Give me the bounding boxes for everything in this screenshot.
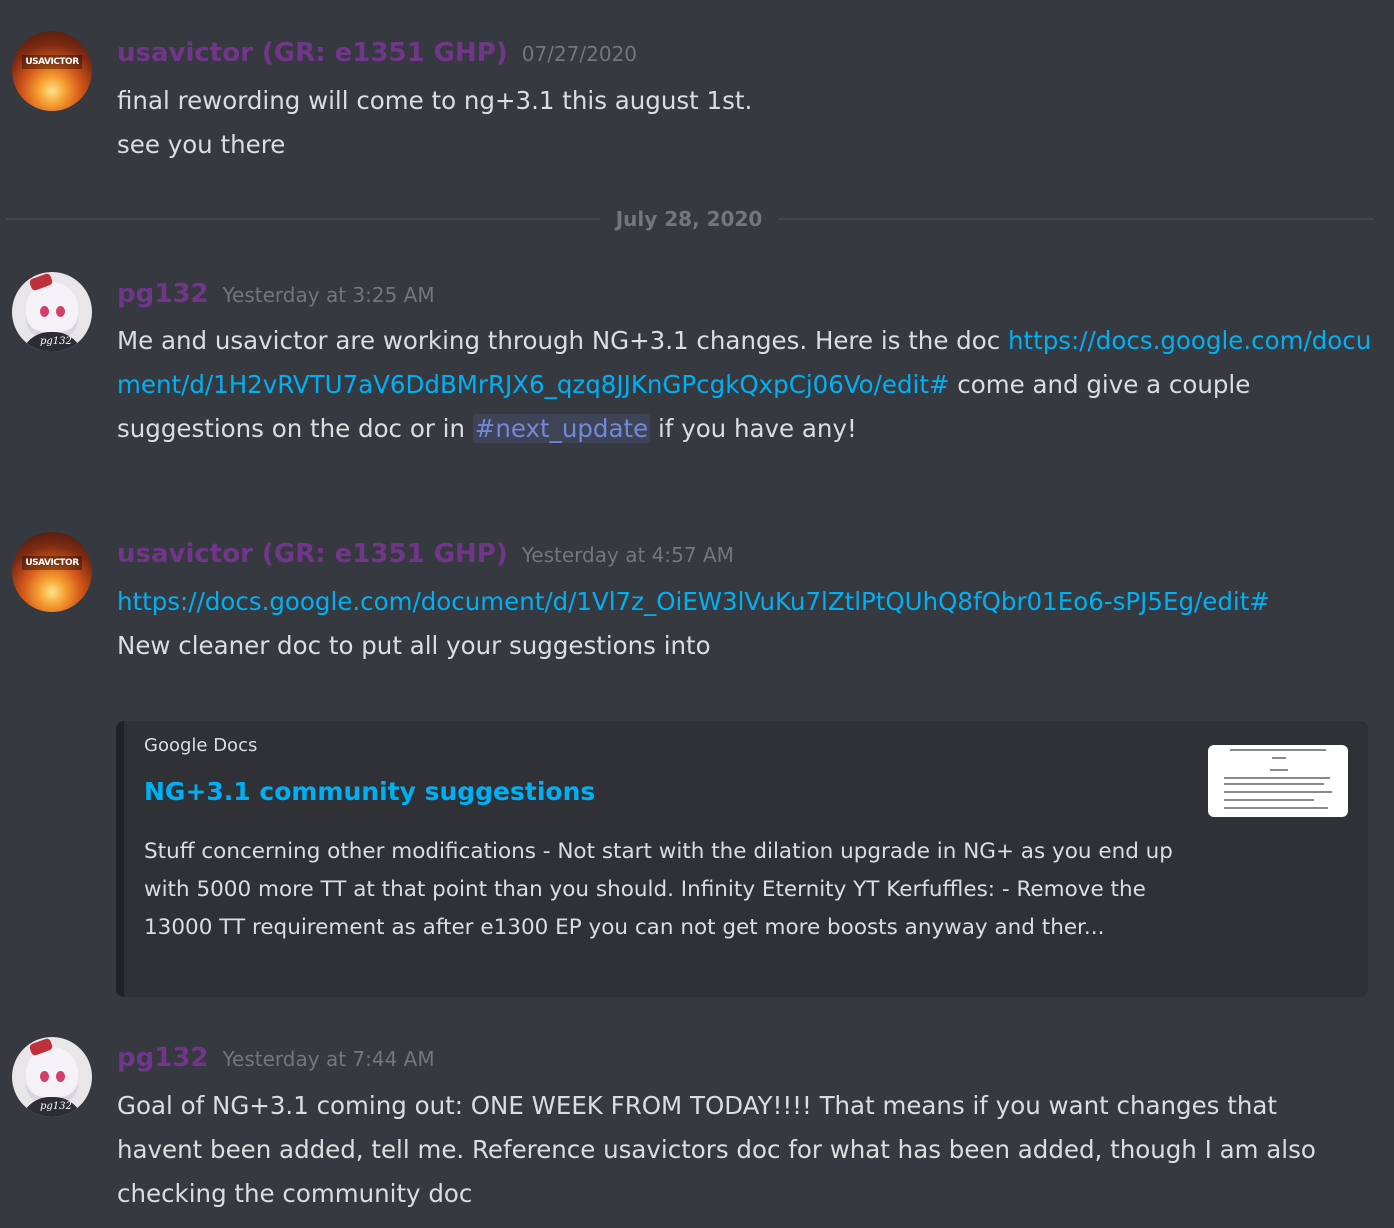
link-embed[interactable]: Google Docs NG+3.1 community suggestions… <box>116 721 1368 997</box>
thumbnail-line <box>1230 749 1326 751</box>
avatar-label: USAVICTOR <box>22 556 82 570</box>
message-header: usavictor (GR: e1351 GHP) Yesterday at 4:… <box>117 539 734 569</box>
message-text: Me and usavictor are working through NG+… <box>117 326 1008 355</box>
username[interactable]: usavictor (GR: e1351 GHP) <box>117 539 508 569</box>
avatar-label: USAVICTOR <box>22 55 82 69</box>
channel-mention[interactable]: #next_update <box>472 414 651 443</box>
message-text: New cleaner doc to put all your suggesti… <box>117 631 711 660</box>
avatar-eye <box>56 1071 65 1082</box>
username[interactable]: pg132 <box>117 1043 209 1073</box>
timestamp[interactable]: 07/27/2020 <box>522 42 637 66</box>
embed-thumbnail[interactable] <box>1208 745 1348 817</box>
thumbnail-line <box>1224 783 1324 785</box>
message-line: final rewording will come to ng+3.1 this… <box>117 86 753 115</box>
thumbnail-line <box>1272 757 1286 759</box>
message-content: Me and usavictor are working through NG+… <box>117 319 1372 451</box>
avatar[interactable]: USAVICTOR <box>12 532 92 612</box>
thumbnail-line <box>1224 807 1328 809</box>
message-header: pg132 Yesterday at 3:25 AM <box>117 279 435 309</box>
avatar-eye <box>40 1071 49 1082</box>
chat-log: USAVICTOR usavictor (GR: e1351 GHP) 07/27… <box>0 0 1394 1228</box>
doc-link[interactable]: https://docs.google.com/document/d/1Vl7z… <box>117 580 1342 624</box>
avatar-signature: pg132 <box>40 1101 72 1112</box>
embed-description: Stuff concerning other modifications - N… <box>144 839 1173 940</box>
thumbnail-line <box>1270 769 1288 771</box>
message-header: pg132 Yesterday at 7:44 AM <box>117 1043 435 1073</box>
embed-title[interactable]: NG+3.1 community suggestions <box>144 777 595 806</box>
avatar[interactable]: pg132 <box>12 1037 92 1117</box>
message-content: https://docs.google.com/document/d/1Vl7z… <box>117 580 1342 668</box>
timestamp[interactable]: Yesterday at 4:57 AM <box>522 543 734 567</box>
avatar[interactable]: USAVICTOR <box>12 31 92 111</box>
date-divider-label: July 28, 2020 <box>600 204 778 234</box>
avatar-signature: pg132 <box>40 336 72 347</box>
message-content: final rewording will come to ng+3.1 this… <box>117 79 1377 167</box>
username[interactable]: pg132 <box>117 279 209 309</box>
thumbnail-line <box>1224 799 1314 801</box>
message-header: usavictor (GR: e1351 GHP) 07/27/2020 <box>117 38 637 68</box>
embed-provider[interactable]: Google Docs <box>144 735 257 756</box>
avatar-eye <box>40 306 49 317</box>
message-text: Goal of NG+3.1 coming out: ONE WEEK FROM… <box>117 1091 1316 1208</box>
timestamp[interactable]: Yesterday at 7:44 AM <box>223 1047 435 1071</box>
timestamp[interactable]: Yesterday at 3:25 AM <box>223 283 435 307</box>
thumbnail-line <box>1224 791 1332 793</box>
avatar-eye <box>56 306 65 317</box>
username[interactable]: usavictor (GR: e1351 GHP) <box>117 38 508 68</box>
message-text: if you have any! <box>650 414 857 443</box>
message-line: see you there <box>117 130 286 159</box>
avatar[interactable]: pg132 <box>12 272 92 352</box>
thumbnail-line <box>1224 777 1330 779</box>
message-content: Goal of NG+3.1 coming out: ONE WEEK FROM… <box>117 1084 1332 1216</box>
